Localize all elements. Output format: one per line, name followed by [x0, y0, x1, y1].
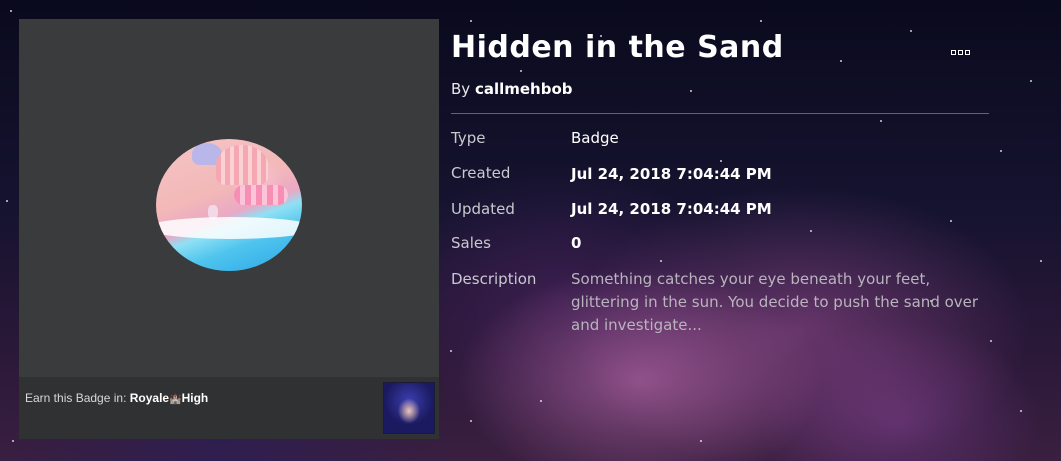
badge-thumbnail-area [19, 19, 439, 377]
badge-thumbnail-card: Earn this Badge in: Royale🏰High [19, 19, 439, 439]
creator-byline: By callmehbob [451, 80, 573, 98]
more-options-icon[interactable] [951, 40, 977, 55]
conch-shell-graphic [234, 185, 288, 205]
page-title: Hidden in the Sand [451, 30, 784, 65]
asset-details-panel: Hidden in the Sand By callmehbob Type Ba… [451, 0, 1011, 461]
sales-value: 0 [571, 234, 582, 252]
game-link[interactable]: Royale🏰High [130, 391, 208, 405]
creator-link[interactable]: callmehbob [475, 80, 573, 98]
description-label: Description [451, 270, 537, 288]
badge-image [156, 139, 302, 271]
game-thumbnail[interactable] [383, 382, 435, 434]
divider [451, 113, 989, 114]
earn-badge-text: Earn this Badge in: Royale🏰High [25, 391, 208, 405]
earn-badge-prefix: Earn this Badge in: [25, 391, 127, 405]
type-label: Type [451, 129, 486, 147]
earn-badge-bar: Earn this Badge in: Royale🏰High [19, 377, 439, 439]
sales-label: Sales [451, 234, 491, 252]
created-label: Created [451, 164, 511, 182]
updated-value: Jul 24, 2018 7:04:44 PM [571, 200, 772, 218]
type-value: Badge [571, 129, 619, 147]
byline-prefix: By [451, 80, 471, 98]
wave-foam-graphic [156, 217, 302, 239]
created-value: Jul 24, 2018 7:04:44 PM [571, 165, 772, 183]
game-name-part1: Royale [129, 391, 170, 405]
game-name-part2: High [181, 391, 209, 405]
scallop-shell-graphic [216, 145, 268, 185]
castle-icon: 🏰 [169, 394, 182, 405]
description-value: Something catches your eye beneath your … [571, 270, 979, 334]
updated-label: Updated [451, 200, 515, 218]
